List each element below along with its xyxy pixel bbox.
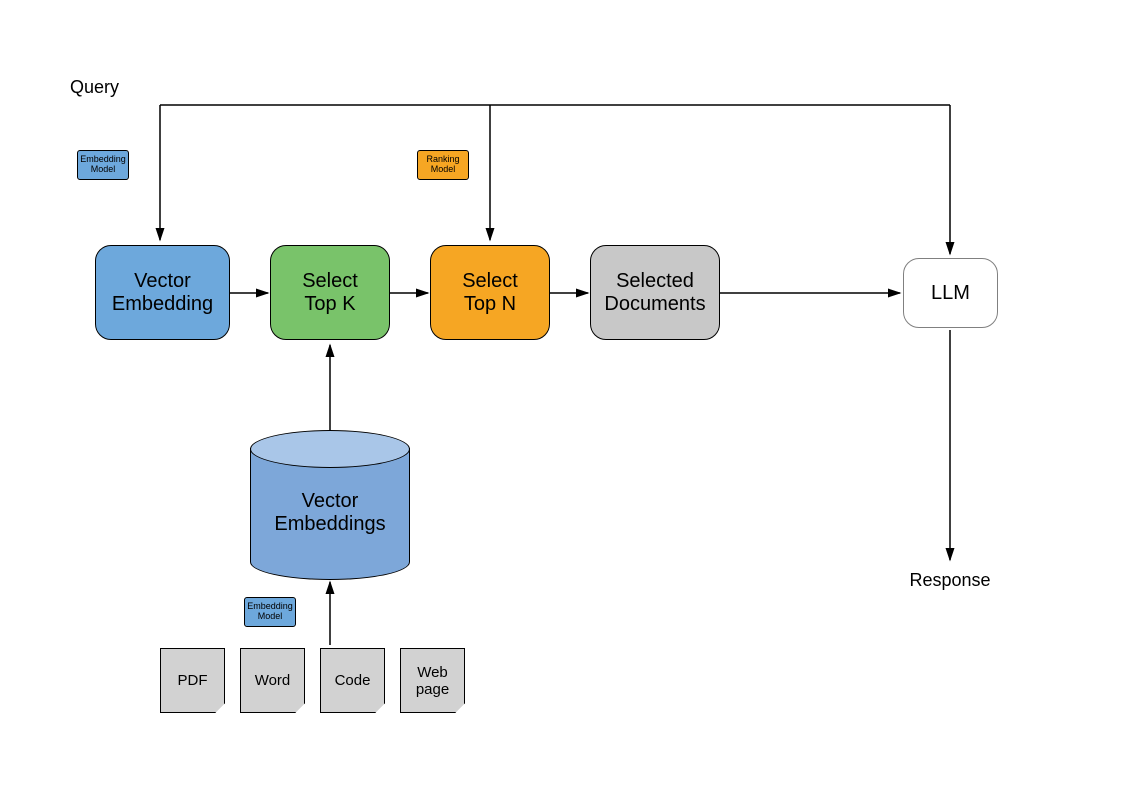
query-text: Query (70, 77, 119, 98)
response-text: Response (909, 570, 990, 591)
embedding-model-tag-2: Embedding Model (244, 597, 296, 627)
llm-text: LLM (931, 282, 970, 305)
selected-documents-text: Selected Documents (604, 270, 705, 316)
llm-node: LLM (903, 258, 998, 328)
response-label: Response (900, 565, 1000, 595)
vector-db-text: Vector Embeddings (274, 490, 385, 535)
doc-word-text: Word (255, 672, 291, 689)
select-top-n-text: Select Top N (462, 270, 518, 316)
vector-embeddings-db: Vector Embeddings (250, 430, 410, 580)
embedding-model-2-text: Embedding Model (247, 602, 293, 622)
vector-embedding-text: Vector Embedding (112, 270, 213, 316)
doc-web-text: Web page (416, 664, 449, 698)
query-label: Query (70, 72, 150, 102)
doc-pdf: PDF (160, 648, 225, 713)
doc-code-text: Code (335, 672, 371, 689)
select-top-k-node: Select Top K (270, 245, 390, 340)
select-top-k-text: Select Top K (302, 270, 358, 316)
embedding-model-tag-1: Embedding Model (77, 150, 129, 180)
embedding-model-1-text: Embedding Model (80, 155, 126, 175)
select-top-n-node: Select Top N (430, 245, 550, 340)
selected-documents-node: Selected Documents (590, 245, 720, 340)
doc-pdf-text: PDF (178, 672, 208, 689)
doc-word: Word (240, 648, 305, 713)
vector-embedding-node: Vector Embedding (95, 245, 230, 340)
ranking-model-text: Ranking Model (426, 155, 459, 175)
doc-code: Code (320, 648, 385, 713)
ranking-model-tag: Ranking Model (417, 150, 469, 180)
diagram-stage: Query Embedding Model Ranking Model Vect… (0, 0, 1123, 794)
doc-web: Web page (400, 648, 465, 713)
